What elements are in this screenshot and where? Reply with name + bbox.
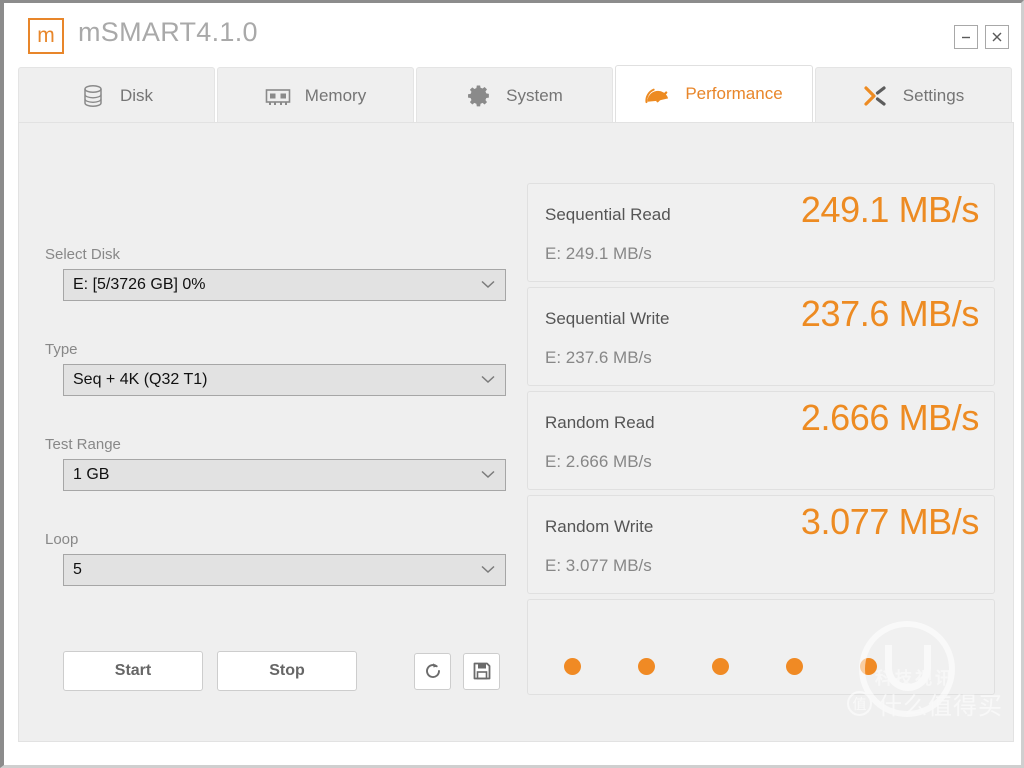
arrows-x-icon — [863, 83, 889, 109]
test-range-value: 1 GB — [73, 466, 109, 484]
start-button[interactable]: Start — [63, 651, 203, 691]
tab-settings-label: Settings — [903, 86, 964, 106]
window-controls — [954, 25, 1009, 49]
type-value: Seq + 4K (Q32 T1) — [73, 371, 207, 389]
memory-icon — [265, 83, 291, 109]
tab-system-label: System — [506, 86, 563, 106]
result-label: Random Read — [545, 413, 655, 433]
loop-progress-dot — [564, 658, 581, 675]
loop-dropdown[interactable]: 5 — [63, 554, 506, 586]
loop-progress-dot — [638, 658, 655, 675]
disk-icon — [80, 83, 106, 109]
test-range-dropdown[interactable]: 1 GB — [63, 459, 506, 491]
tab-performance-label: Performance — [685, 84, 782, 104]
loop-value: 5 — [73, 561, 82, 579]
test-configuration-panel: Select Disk E: [5/3726 GB] 0% Type Seq +… — [45, 123, 505, 741]
chevron-down-icon — [481, 276, 495, 294]
tab-settings[interactable]: Settings — [815, 67, 1012, 123]
results-panel: Sequential Read 249.1 MB/s E: 249.1 MB/s… — [527, 183, 995, 695]
tab-disk[interactable]: Disk — [18, 67, 215, 123]
gear-icon — [466, 83, 492, 109]
tab-bar: Disk Memory — [18, 65, 1014, 123]
app-logo: m — [28, 18, 64, 54]
application-window: m mSMART4.1.0 — [0, 0, 1024, 768]
close-icon — [990, 30, 1004, 44]
speedometer-icon — [645, 81, 671, 107]
select-disk-label: Select Disk — [45, 246, 120, 263]
tab-memory[interactable]: Memory — [217, 67, 414, 123]
loop-progress-dot — [786, 658, 803, 675]
result-detail: E: 237.6 MB/s — [545, 348, 652, 368]
type-label: Type — [45, 341, 78, 358]
minimize-icon — [959, 30, 973, 44]
result-value: 249.1 MB/s — [801, 189, 979, 231]
close-button[interactable] — [985, 25, 1009, 49]
result-value: 2.666 MB/s — [801, 397, 979, 439]
result-label: Sequential Read — [545, 205, 671, 225]
type-dropdown[interactable]: Seq + 4K (Q32 T1) — [63, 364, 506, 396]
chevron-down-icon — [481, 371, 495, 389]
result-value: 237.6 MB/s — [801, 293, 979, 335]
content-area: Select Disk E: [5/3726 GB] 0% Type Seq +… — [18, 122, 1014, 742]
stop-button[interactable]: Stop — [217, 651, 357, 691]
select-disk-value: E: [5/3726 GB] 0% — [73, 276, 206, 294]
action-button-row: Start Stop — [63, 651, 500, 691]
result-detail: E: 2.666 MB/s — [545, 452, 652, 472]
refresh-button[interactable] — [414, 653, 451, 690]
save-button[interactable] — [463, 653, 500, 690]
result-card-sequential-write: Sequential Write 237.6 MB/s E: 237.6 MB/… — [527, 287, 995, 386]
save-icon — [472, 661, 492, 681]
app-title: mSMART4.1.0 — [78, 17, 258, 48]
result-label: Sequential Write — [545, 309, 669, 329]
tab-memory-label: Memory — [305, 86, 366, 106]
chevron-down-icon — [481, 466, 495, 484]
result-value: 3.077 MB/s — [801, 501, 979, 543]
tab-disk-label: Disk — [120, 86, 153, 106]
tab-system[interactable]: System — [416, 67, 613, 123]
loop-progress-dots — [564, 658, 877, 675]
result-card-random-write: Random Write 3.077 MB/s E: 3.077 MB/s — [527, 495, 995, 594]
tab-performance[interactable]: Performance — [615, 65, 813, 123]
test-range-label: Test Range — [45, 436, 121, 453]
loop-progress-dot — [712, 658, 729, 675]
loop-progress-dot — [860, 658, 877, 675]
select-disk-dropdown[interactable]: E: [5/3726 GB] 0% — [63, 269, 506, 301]
loop-progress-bar — [527, 599, 995, 695]
result-detail: E: 3.077 MB/s — [545, 556, 652, 576]
app-logo-letter: m — [37, 25, 55, 46]
title-bar: m mSMART4.1.0 — [4, 3, 1021, 63]
refresh-icon — [423, 661, 443, 681]
result-card-random-read: Random Read 2.666 MB/s E: 2.666 MB/s — [527, 391, 995, 490]
minimize-button[interactable] — [954, 25, 978, 49]
result-label: Random Write — [545, 517, 653, 537]
result-detail: E: 249.1 MB/s — [545, 244, 652, 264]
loop-label: Loop — [45, 531, 78, 548]
chevron-down-icon — [481, 561, 495, 579]
result-card-sequential-read: Sequential Read 249.1 MB/s E: 249.1 MB/s — [527, 183, 995, 282]
